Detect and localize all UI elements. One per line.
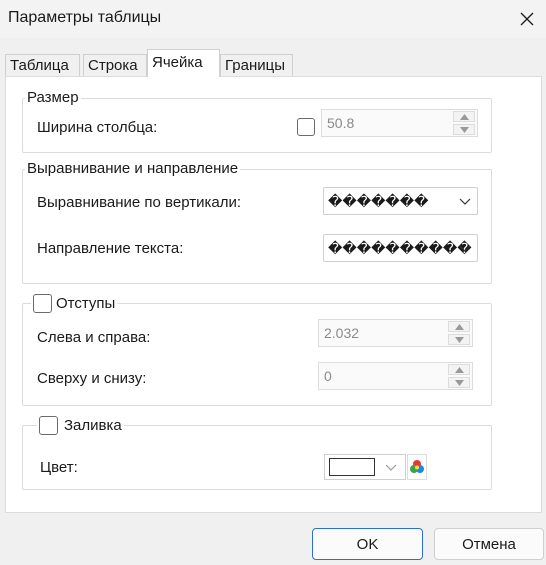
vertical-align-value: ������� <box>328 193 429 209</box>
tab-table[interactable]: Таблица <box>5 54 80 76</box>
text-direction-value: ���������� <box>328 240 472 256</box>
left-right-spinner[interactable]: 2.032 <box>318 319 473 347</box>
spin-down-button[interactable] <box>453 124 475 135</box>
color-label: Цвет: <box>40 459 78 476</box>
palette-icon <box>410 460 424 473</box>
spin-down-button[interactable] <box>448 377 470 388</box>
chevron-up-icon <box>459 113 469 120</box>
spin-up-button[interactable] <box>453 111 475 122</box>
left-right-value: 2.032 <box>324 325 360 341</box>
chevron-down-icon <box>454 379 464 386</box>
chevron-down-icon <box>459 245 471 252</box>
color-swatch <box>329 458 375 476</box>
tab-cell[interactable]: Ячейка <box>147 49 220 77</box>
top-bottom-label: Сверху и снизу: <box>37 370 147 387</box>
padding-label: Отступы <box>56 295 116 312</box>
left-right-label: Слева и справа: <box>37 329 151 346</box>
vertical-align-label: Выравнивание по вертикали: <box>37 194 241 211</box>
chevron-up-icon <box>454 323 464 330</box>
top-bottom-spinner[interactable]: 0 <box>318 362 473 390</box>
tab-row[interactable]: Строка <box>83 54 147 76</box>
text-direction-select[interactable]: ���������� <box>323 234 478 262</box>
spin-up-button[interactable] <box>448 364 470 375</box>
fill-group-legend: Заливка <box>37 416 124 435</box>
column-width-value: 50.8 <box>327 115 355 131</box>
close-icon <box>520 12 534 26</box>
size-group-legend: Размер <box>25 89 81 106</box>
top-bottom-value: 0 <box>324 368 332 384</box>
column-width-checkbox[interactable] <box>297 118 315 136</box>
cancel-button[interactable]: Отмена <box>434 528 544 560</box>
chevron-down-icon <box>459 126 469 133</box>
close-button[interactable] <box>512 5 542 33</box>
title-bar: Параметры таблицы <box>0 0 546 38</box>
color-picker-select[interactable] <box>324 454 406 480</box>
text-direction-label: Направление текста: <box>37 240 184 257</box>
padding-group-legend: Отступы <box>31 294 118 313</box>
vertical-align-select[interactable]: ������� <box>323 187 478 215</box>
alignment-group-legend: Выравнивание и направление <box>25 160 241 177</box>
spin-down-button[interactable] <box>448 334 470 345</box>
chevron-down-icon <box>459 198 471 205</box>
color-palette-button[interactable] <box>407 454 427 480</box>
ok-button[interactable]: OK <box>312 528 423 560</box>
chevron-up-icon <box>454 366 464 373</box>
chevron-down-icon <box>454 336 464 343</box>
column-width-spinner[interactable]: 50.8 <box>321 109 478 137</box>
spin-up-button[interactable] <box>448 321 470 332</box>
window-title: Параметры таблицы <box>8 9 162 26</box>
fill-checkbox[interactable] <box>39 416 58 435</box>
tab-borders[interactable]: Границы <box>220 54 293 76</box>
column-width-label: Ширина столбца: <box>37 119 158 136</box>
padding-checkbox[interactable] <box>33 294 52 313</box>
fill-label: Заливка <box>64 417 122 434</box>
chevron-down-icon <box>385 464 397 471</box>
